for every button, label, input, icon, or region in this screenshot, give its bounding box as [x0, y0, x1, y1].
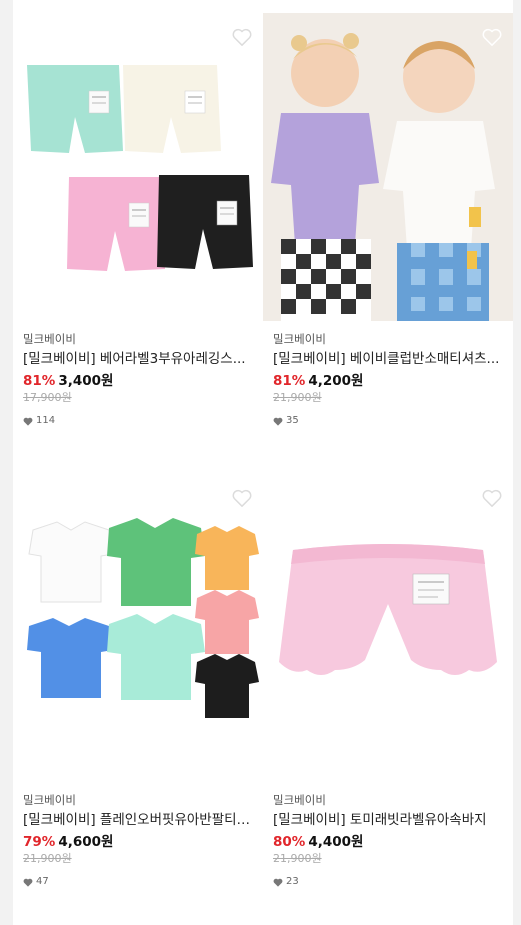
discount-rate: 81% — [23, 373, 56, 389]
heart-filled-icon — [23, 878, 33, 887]
product-image[interactable] — [13, 13, 263, 321]
sale-price: 4,400원 — [308, 834, 364, 850]
price-row: 80% 4,400원 — [273, 831, 505, 851]
tshirts-six-colors-image — [13, 474, 263, 782]
product-name[interactable]: [밀크베이비] 베이비클럽반소매티셔츠... — [273, 349, 505, 369]
product-image[interactable] — [13, 474, 263, 782]
like-count-value: 47 — [36, 876, 49, 887]
like-count: 47 — [23, 875, 255, 889]
price-row: 81% 3,400원 — [23, 370, 255, 390]
brand-name[interactable]: 밀크베이비 — [23, 331, 255, 347]
sale-price: 4,200원 — [308, 373, 364, 389]
heart-icon[interactable] — [231, 488, 253, 508]
product-info: 밀크베이비 [밀크베이비] 베어라벨3부유아레깅스... 81% 3,400원 1… — [23, 331, 255, 428]
product-info: 밀크베이비 [밀크베이비] 베이비클럽반소매티셔츠... 81% 4,200원 2… — [273, 331, 505, 428]
heart-icon[interactable] — [481, 27, 503, 47]
product-grid: 밀크베이비 [밀크베이비] 베어라벨3부유아레깅스... 81% 3,400원 1… — [13, 0, 513, 925]
heart-icon[interactable] — [231, 27, 253, 47]
heart-filled-icon — [23, 417, 33, 426]
product-image[interactable] — [263, 474, 513, 782]
discount-rate: 81% — [273, 373, 306, 389]
heart-filled-icon — [273, 417, 283, 426]
original-price: 21,900원 — [273, 852, 322, 865]
product-info: 밀크베이비 [밀크베이비] 토미래빗라벨유아속바지 80% 4,400원 21,9… — [273, 792, 505, 889]
price-row: 81% 4,200원 — [273, 370, 505, 390]
toddlers-photo-image — [263, 13, 513, 321]
sale-price: 3,400원 — [58, 373, 114, 389]
like-count-value: 35 — [286, 415, 299, 426]
heart-icon[interactable] — [481, 488, 503, 508]
discount-rate: 79% — [23, 834, 56, 850]
product-name[interactable]: [밀크베이비] 베어라벨3부유아레깅스... — [23, 349, 255, 369]
original-price: 21,900원 — [273, 391, 322, 404]
price-row: 79% 4,600원 — [23, 831, 255, 851]
heart-filled-icon — [273, 878, 283, 887]
like-count-value: 114 — [36, 415, 56, 426]
like-count: 35 — [273, 414, 505, 428]
brand-name[interactable]: 밀크베이비 — [273, 331, 505, 347]
product-info: 밀크베이비 [밀크베이비] 플레인오버핏유아반팔티셔... 79% 4,600원 … — [23, 792, 255, 889]
sale-price: 4,600원 — [58, 834, 114, 850]
original-price: 17,900원 — [23, 391, 72, 404]
brand-name[interactable]: 밀크베이비 — [273, 792, 505, 808]
product-image[interactable] — [263, 13, 513, 321]
original-price: 21,900원 — [23, 852, 72, 865]
like-count-value: 23 — [286, 876, 299, 887]
product-name[interactable]: [밀크베이비] 토미래빗라벨유아속바지 — [273, 810, 505, 830]
like-count: 23 — [273, 875, 505, 889]
discount-rate: 80% — [273, 834, 306, 850]
like-count: 114 — [23, 414, 255, 428]
brand-name[interactable]: 밀크베이비 — [23, 792, 255, 808]
product-name[interactable]: [밀크베이비] 플레인오버핏유아반팔티셔... — [23, 810, 255, 830]
pink-bloomers-image — [263, 474, 513, 782]
shorts-four-colors-image — [13, 13, 263, 321]
